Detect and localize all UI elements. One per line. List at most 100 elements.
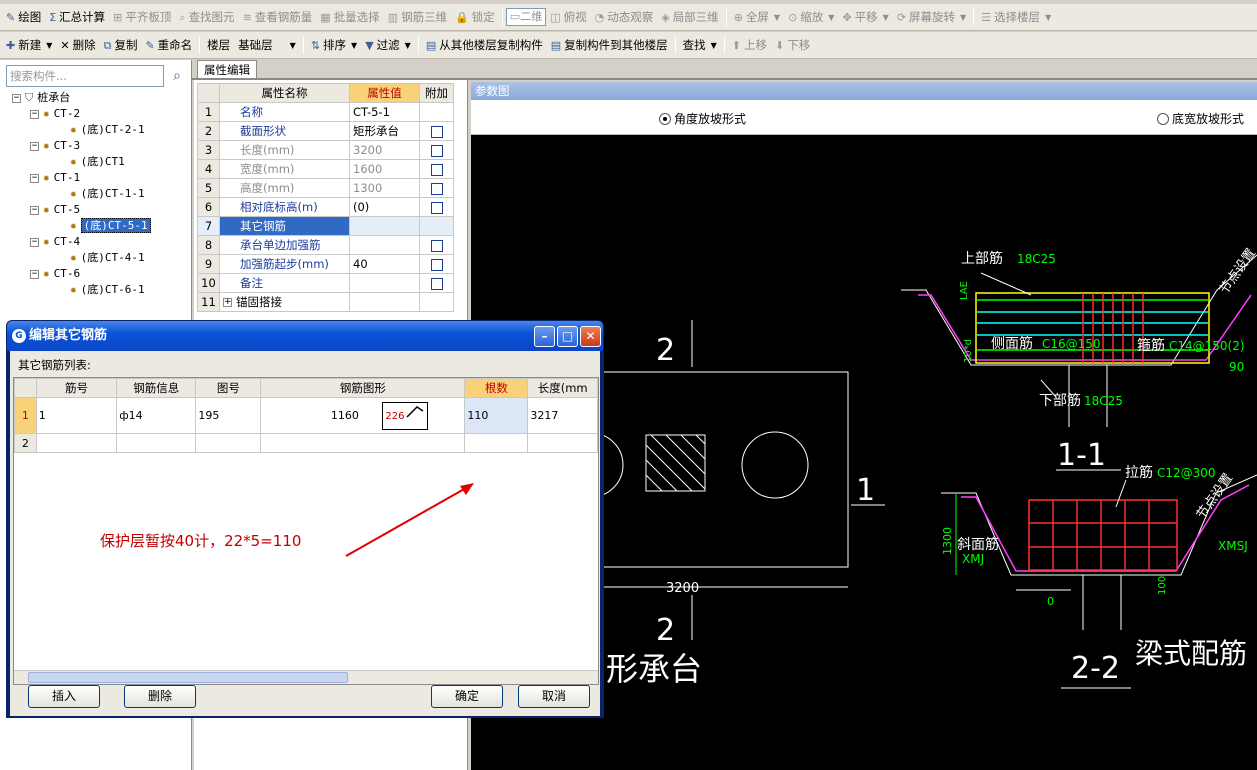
property-extra-cell[interactable]	[419, 178, 454, 198]
tree-item-group[interactable]: − ✹ CT-2	[10, 106, 190, 122]
table-row[interactable]: 3 长度(mm) 3200	[197, 140, 454, 160]
property-extra-cell[interactable]	[419, 235, 454, 255]
table-row[interactable]: 2 截面形状 矩形承台	[197, 121, 454, 141]
property-value-cell[interactable]: 3200	[349, 140, 420, 160]
checkbox[interactable]	[430, 144, 443, 157]
property-value-cell[interactable]	[349, 235, 420, 255]
table-row[interactable]: 11 + 锚固搭接	[197, 292, 454, 312]
collapse-icon[interactable]: −	[30, 141, 39, 151]
select-floor-button[interactable]: ☰ 选择楼层 ▼	[977, 6, 1055, 28]
property-value-cell[interactable]	[349, 216, 420, 236]
table-row[interactable]: 2	[14, 433, 598, 453]
lock-button[interactable]: 🔒 锁定	[451, 6, 499, 28]
rebar-3d-button[interactable]: ▥ 钢筋三维	[384, 6, 451, 28]
table-row[interactable]: 8 承台单边加强筋	[197, 235, 454, 255]
checkbox[interactable]	[430, 258, 443, 271]
rename-button[interactable]: ✎ 重命名	[141, 34, 196, 56]
find-element-button[interactable]: ⌕ 查找图元	[175, 6, 238, 28]
tree-root[interactable]: − ⛉ 桩承台	[10, 90, 190, 106]
zoom-button[interactable]: ⊙ 缩放 ▼	[784, 6, 838, 28]
row-number[interactable]: 1	[14, 397, 37, 434]
tree-item-group[interactable]: − ✹ CT-6	[10, 266, 190, 282]
bar-no-cell[interactable]: 1	[35, 397, 118, 434]
batch-select-button[interactable]: ▦ 批量选择	[316, 6, 383, 28]
tree-item-component[interactable]: ✹ (底)CT-5-1	[10, 218, 190, 234]
align-slab-button[interactable]: ⊞ 平齐板顶	[109, 6, 175, 28]
property-value-cell[interactable]	[349, 292, 420, 312]
tree-item-component[interactable]: ✹ (底)CT1	[10, 154, 190, 170]
table-row[interactable]: 9 加强筋起步(mm) 40	[197, 254, 454, 274]
property-value-cell[interactable]	[349, 273, 420, 293]
copy-to-floor-button[interactable]: ▤ 复制构件到其他楼层	[547, 34, 672, 56]
cancel-button[interactable]: 取消	[518, 685, 590, 708]
close-icon[interactable]: ✕	[580, 326, 601, 347]
scrollbar-thumb[interactable]	[28, 672, 348, 683]
property-extra-cell[interactable]	[419, 216, 454, 236]
figure-no-cell[interactable]	[195, 433, 262, 453]
property-value-cell[interactable]: (0)	[349, 197, 420, 217]
search-icon[interactable]: ⌕	[166, 65, 188, 87]
pan-button[interactable]: ✥ 平移 ▼	[838, 6, 892, 28]
table-row[interactable]: 10 备注	[197, 273, 454, 293]
checkbox[interactable]	[430, 277, 443, 290]
table-row[interactable]: 1 1 ф14 195 1160 226 110 3217	[14, 397, 598, 434]
tree-item-component[interactable]: ✹ (底)CT-1-1	[10, 186, 190, 202]
property-extra-cell[interactable]	[419, 254, 454, 274]
new-button[interactable]: ✚ 新建 ▼	[2, 34, 56, 56]
property-value-cell[interactable]: CT-5-1	[349, 102, 420, 122]
minimize-icon[interactable]: –	[534, 326, 555, 347]
orbit-button[interactable]: ◔ 动态观察	[591, 6, 658, 28]
tree-item-group[interactable]: − ✹ CT-4	[10, 234, 190, 250]
tree-item-component[interactable]: ✹ (底)CT-6-1	[10, 282, 190, 298]
property-extra-cell[interactable]	[419, 140, 454, 160]
property-value-cell[interactable]: 1600	[349, 159, 420, 179]
node-setting-label-1[interactable]: 节点设置	[1217, 246, 1257, 297]
sort-button[interactable]: ⇅ 排序 ▼	[307, 34, 361, 56]
property-value-cell[interactable]: 矩形承台	[349, 121, 420, 141]
filter-button[interactable]: ▼ 过滤 ▼	[361, 34, 415, 56]
property-extra-cell[interactable]	[419, 121, 454, 141]
tab-property-edit[interactable]: 属性编辑	[197, 60, 257, 80]
radio-angle-slope[interactable]: 角度放坡形式	[659, 110, 746, 127]
find-button[interactable]: 查找 ▼	[679, 34, 721, 56]
bar-info-cell[interactable]	[116, 433, 197, 453]
insert-button[interactable]: 插入	[28, 685, 100, 708]
expand-icon[interactable]: +	[223, 298, 232, 307]
checkbox[interactable]	[430, 163, 443, 176]
horizontal-scrollbar[interactable]	[14, 670, 598, 684]
checkbox[interactable]	[430, 201, 443, 214]
bar-shape-cell[interactable]: 1160 226	[260, 397, 466, 434]
collapse-icon[interactable]: −	[30, 205, 39, 215]
sigma-button[interactable]: Σ 汇总计算	[45, 6, 109, 28]
copy-button[interactable]: ⧉ 复制	[100, 34, 142, 56]
bar-no-cell[interactable]	[35, 433, 118, 453]
collapse-icon[interactable]: −	[30, 269, 39, 279]
tree-item-group[interactable]: − ✹ CT-3	[10, 138, 190, 154]
radio-bottom-width-slope[interactable]: 底宽放坡形式	[1157, 110, 1244, 127]
table-row[interactable]: 1 名称 CT-5-1	[197, 102, 454, 122]
top-view-button[interactable]: ◫ 俯视	[546, 6, 590, 28]
checkbox[interactable]	[430, 182, 443, 195]
collapse-icon[interactable]: −	[30, 173, 39, 183]
bar-shape-cell[interactable]	[260, 433, 466, 453]
move-down-button[interactable]: ⬇ 下移	[771, 34, 814, 56]
property-value-cell[interactable]: 1300	[349, 178, 420, 198]
tree-item-group[interactable]: − ✹ CT-1	[10, 170, 190, 186]
table-row[interactable]: 4 宽度(mm) 1600	[197, 159, 454, 179]
floor-select[interactable]: 基础层 ▼	[234, 34, 300, 56]
table-row[interactable]: 7 其它钢筋	[197, 216, 454, 236]
tree-item-group[interactable]: − ✹ CT-5	[10, 202, 190, 218]
tree-item-component[interactable]: ✹ (底)CT-4-1	[10, 250, 190, 266]
maximize-icon[interactable]: □	[557, 326, 578, 347]
dialog-title-bar[interactable]: G 编辑其它钢筋 – □ ✕	[7, 321, 603, 351]
collapse-icon[interactable]: −	[30, 109, 39, 119]
tree-item-component[interactable]: ✹ (底)CT-2-1	[10, 122, 190, 138]
collapse-icon[interactable]: −	[30, 237, 39, 247]
copy-from-floor-button[interactable]: ▤ 从其他楼层复制构件	[422, 34, 547, 56]
collapse-icon[interactable]: −	[12, 93, 21, 103]
bar-info-cell[interactable]: ф14	[116, 397, 197, 434]
checkbox[interactable]	[430, 239, 443, 252]
table-row[interactable]: 5 高度(mm) 1300	[197, 178, 454, 198]
view-2d-button[interactable]: ▭二维	[505, 8, 547, 26]
property-extra-cell[interactable]	[419, 159, 454, 179]
